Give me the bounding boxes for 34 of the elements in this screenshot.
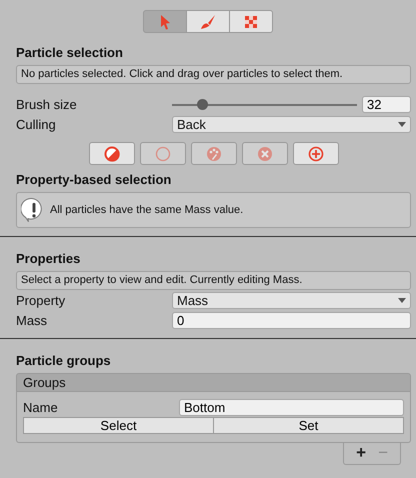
tool-tab[interactable] [142,10,186,33]
tool-tab[interactable] [186,10,230,33]
info-message: No particles selected. Click and drag over particles to select them. [16,65,411,84]
field-label: Mass [16,312,48,328]
close-circle-icon [256,146,272,162]
info-message: Select a property to view and edit. Currently editing Mass. [16,271,411,290]
slider-thumb[interactable] [196,98,208,110]
action-button[interactable]: Select [23,417,214,434]
dropdown[interactable]: Mass [172,292,411,308]
checkerboard-icon [242,14,258,30]
list-header: Groups [16,373,411,392]
section-heading: Property-based selection [16,172,172,188]
field-label: Property [16,292,66,308]
info-message: All particles have the same Mass value. [50,204,244,216]
tool-button[interactable] [292,142,338,165]
add-circle-icon [308,146,324,162]
field-label: Brush size [16,96,78,112]
tool-tab[interactable] [228,10,272,33]
text-field[interactable]: Bottom [179,398,404,416]
circle-icon [154,146,170,162]
section-heading: Properties [16,251,82,267]
brush-icon [200,14,216,30]
section-heading: Particle selection [16,45,124,61]
text-field[interactable]: 0 [172,312,411,328]
number-field[interactable]: 32 [362,96,411,112]
action-button[interactable]: Set [213,417,404,434]
field-label: Name [23,400,59,414]
dropdown[interactable]: Back [172,116,411,132]
field-label: Culling [16,116,57,132]
tool-button[interactable] [88,142,134,165]
palette-icon [206,146,222,162]
half-filled-circle-icon [104,146,120,162]
section-heading: Particle groups [16,353,112,369]
list-button[interactable]: + [352,444,370,462]
